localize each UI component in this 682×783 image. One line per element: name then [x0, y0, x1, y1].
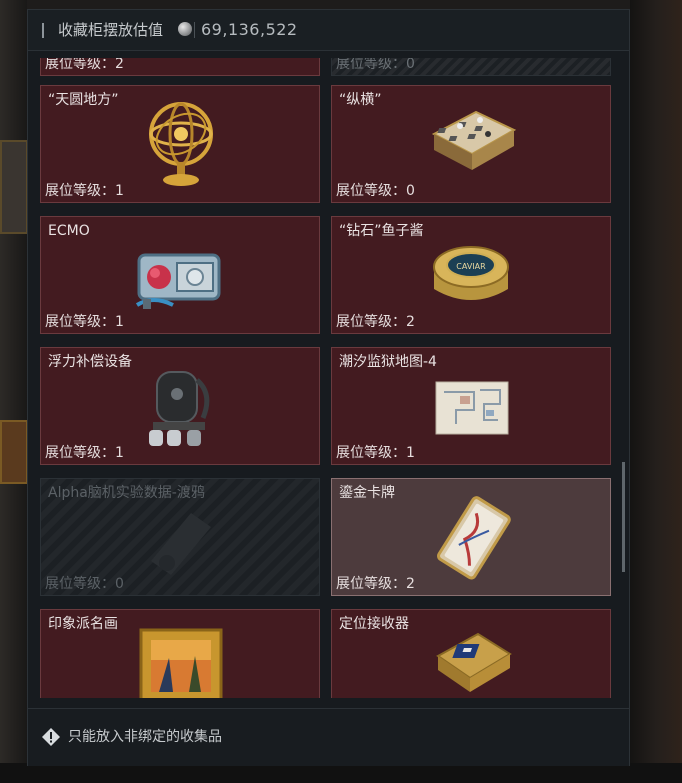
slot-level: 展位等级：2 [45, 58, 124, 72]
collection-cabinet-panel: 收藏柜摆放估值 69,136,522 展位等级：2 展位等级：0 “天圆地方” … [27, 9, 630, 766]
collection-slot-selected[interactable]: 鎏金卡牌 展位等级：2 [331, 478, 611, 596]
collection-slot[interactable]: ECMO 展位等级：1 [40, 216, 320, 334]
slot-item-name: 浮力补偿设备 [48, 354, 132, 370]
slot-level: 展位等级：0 [336, 183, 415, 199]
slot-item-name: 印象派名画 [48, 616, 118, 632]
silver-coin-icon [178, 22, 192, 36]
collection-slot[interactable]: 印象派名画 [40, 609, 320, 698]
collection-grid[interactable]: 展位等级：2 展位等级：0 “天圆地方” 展位等级：1 “纵横” 展位等级：0 … [40, 58, 615, 698]
buoyancy-device-icon [149, 371, 210, 446]
slot-item-name: “天圆地方” [48, 92, 119, 108]
footer-notice: 只能放入非绑定的收集品 [68, 729, 222, 745]
slot-item-name: 定位接收器 [339, 616, 409, 632]
warning-diamond-icon [42, 728, 60, 746]
collection-slot[interactable]: 展位等级：0 [331, 58, 611, 76]
slot-level: 展位等级：2 [336, 314, 415, 330]
panel-header: 收藏柜摆放估值 69,136,522 [28, 10, 629, 51]
slot-level: 展位等级：0 [336, 58, 415, 72]
svg-text:CAVIAR: CAVIAR [456, 262, 486, 271]
slot-item-name: ECMO [48, 223, 90, 239]
slot-item-name: “钻石”鱼子酱 [339, 223, 424, 239]
background-right-edge [630, 0, 682, 783]
slot-item-name: 潮汐监狱地图-4 [339, 354, 437, 370]
collection-slot[interactable]: “纵横” 展位等级：0 [331, 85, 611, 203]
slot-level: 展位等级：2 [336, 576, 415, 592]
background-picture-frame [0, 140, 28, 234]
background-left-edge [0, 0, 28, 783]
cabinet-valuation-title: 收藏柜摆放估值 [58, 21, 164, 39]
armillary-sphere-icon [149, 102, 213, 186]
grid-scrollbar[interactable] [622, 462, 625, 572]
slot-item-name: 鎏金卡牌 [339, 485, 395, 501]
slot-item-name: Alpha脑机实验数据-渡鸦 [48, 485, 205, 501]
collection-slot-empty[interactable]: Alpha脑机实验数据-渡鸦 展位等级：0 [40, 478, 320, 596]
slot-level: 展位等级：0 [45, 576, 124, 592]
cabinet-valuation-value: 69,136,522 [201, 20, 298, 39]
collection-slot[interactable]: “钻石”鱼子酱 CAVIAR 展位等级：2 [331, 216, 611, 334]
slot-item-name: “纵横” [339, 92, 382, 108]
header-separator [194, 22, 195, 38]
header-accent-bar [42, 23, 44, 38]
painting-icon [139, 628, 223, 698]
collection-slot[interactable]: 展位等级：2 [40, 58, 320, 76]
map-icon [435, 381, 509, 435]
slot-level: 展位等级：1 [45, 314, 124, 330]
background-bottom-edge [0, 763, 682, 783]
slot-level: 展位等级：1 [45, 183, 124, 199]
chessboard-icon [431, 110, 517, 170]
receiver-icon [436, 632, 512, 692]
collection-slot[interactable]: 浮力补偿设备 展位等级：1 [40, 347, 320, 465]
collection-slot[interactable]: “天圆地方” 展位等级：1 [40, 85, 320, 203]
data-device-icon [151, 513, 211, 575]
background-picture-frame [0, 420, 28, 484]
gilded-card-icon [437, 496, 511, 580]
ecmo-machine-icon [135, 253, 221, 309]
slot-level: 展位等级：1 [336, 445, 415, 461]
collection-slot[interactable]: 潮汐监狱地图-4 展位等级：1 [331, 347, 611, 465]
panel-footer: 只能放入非绑定的收集品 [28, 708, 629, 766]
collection-slot[interactable]: 定位接收器 [331, 609, 611, 698]
caviar-tin-icon: CAVIAR [433, 246, 509, 300]
slot-level: 展位等级：1 [45, 445, 124, 461]
